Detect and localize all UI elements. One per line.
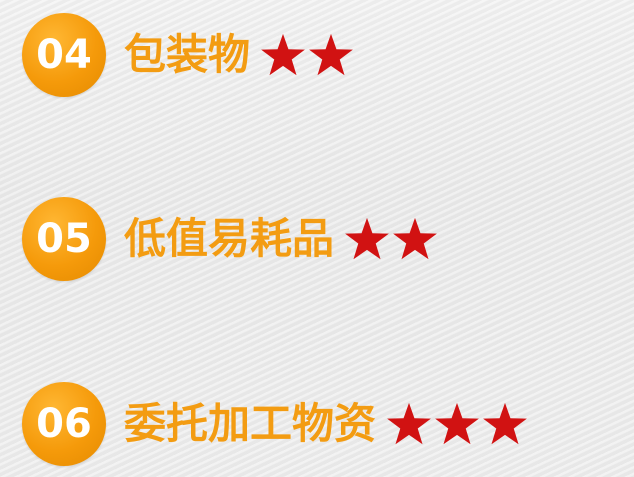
star-icon: [387, 402, 431, 445]
number-badge: 06: [22, 382, 106, 466]
star-icon: [345, 217, 389, 260]
star-icon: [393, 217, 437, 260]
list-item: 04 包装物: [22, 12, 356, 98]
item-label: 低值易耗品: [124, 214, 335, 263]
badge-number: 06: [36, 401, 92, 447]
star-icon: [483, 402, 527, 445]
star-icon: [261, 33, 305, 76]
number-badge: 04: [22, 13, 106, 97]
list-item: 05 低值易耗品: [22, 196, 440, 282]
star-rating: [260, 32, 356, 78]
list-item: 06 委托加工物资: [22, 381, 530, 467]
star-icon: [309, 33, 353, 76]
star-icon: [435, 402, 479, 445]
item-label: 包装物: [124, 30, 251, 79]
item-label: 委托加工物资: [124, 399, 377, 448]
number-badge: 05: [22, 197, 106, 281]
badge-number: 04: [36, 32, 92, 78]
badge-number: 05: [36, 216, 92, 262]
star-rating: [386, 401, 530, 447]
star-rating: [344, 216, 440, 262]
